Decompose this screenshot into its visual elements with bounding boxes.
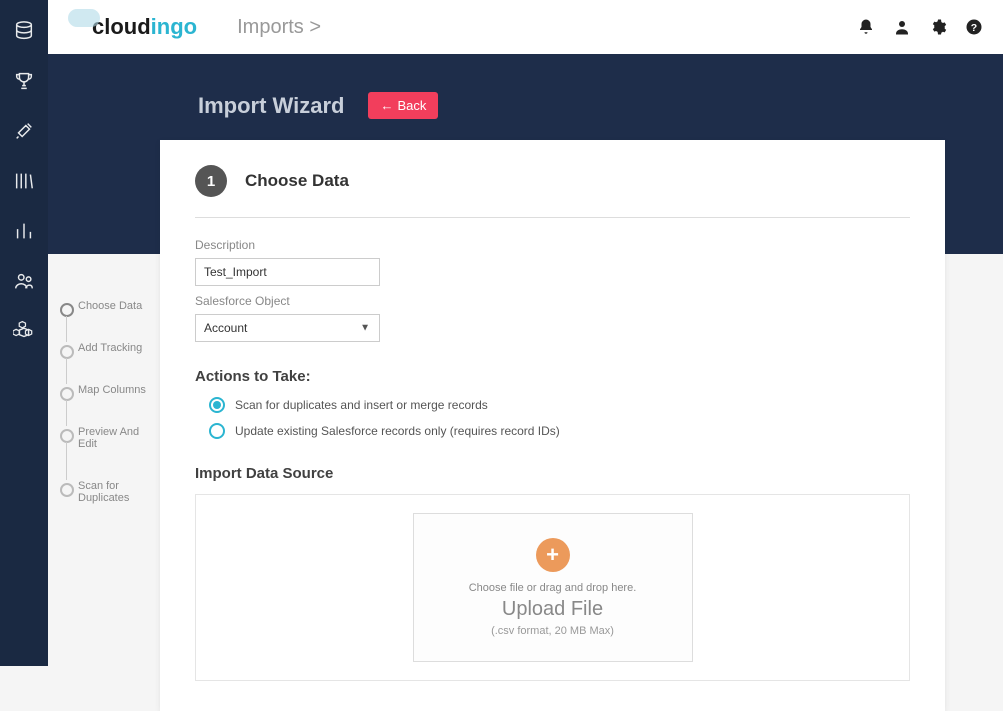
gear-icon[interactable] [929,18,947,36]
help-icon[interactable]: ? [965,18,983,36]
stepper-item-choose-data[interactable]: Choose Data [60,300,150,312]
action-option-label: Update existing Salesforce records only … [235,424,560,438]
bell-icon[interactable] [857,18,875,36]
upload-dropzone[interactable]: + Choose file or drag and drop here. Upl… [413,513,693,662]
stepper-label: Choose Data [78,300,142,312]
wizard-stepper: Choose Data Add Tracking Map Columns Pre… [60,300,150,534]
logo-text-1: cloud [92,14,151,40]
tools-icon[interactable] [13,120,35,142]
actions-title: Actions to Take: [195,368,910,385]
import-source-title: Import Data Source [195,465,910,482]
boxes-icon[interactable] [13,320,35,342]
logo-text-2: ingo [151,14,197,40]
cloud-icon [68,9,100,27]
svg-text:?: ? [971,22,977,34]
users-icon[interactable] [13,270,35,292]
back-button-label: Back [397,98,426,113]
description-input[interactable] [195,258,380,286]
chart-icon[interactable] [13,220,35,242]
description-label: Description [195,238,910,252]
stepper-label: Scan for Duplicates [78,480,129,504]
stepper-item-scan-duplicates[interactable]: Scan for Duplicates [60,480,150,504]
topbar: cloudingo Imports > ? [48,0,1003,54]
left-nav-rail [0,0,48,666]
stepper-label: Preview And Edit [78,426,139,450]
step-title: Choose Data [245,171,349,191]
topbar-actions: ? [857,18,983,36]
salesforce-object-value[interactable] [195,314,380,342]
step-header: 1 Choose Data [195,165,910,218]
stepper-label: Add Tracking [78,342,142,354]
stepper-item-preview-edit[interactable]: Preview And Edit [60,426,150,450]
wizard-card: 1 Choose Data Description Salesforce Obj… [160,140,945,711]
action-option-scan[interactable]: Scan for duplicates and insert or merge … [209,397,910,413]
salesforce-object-label: Salesforce Object [195,294,910,308]
salesforce-object-select[interactable]: ▼ [195,314,380,342]
logo[interactable]: cloudingo [68,14,197,40]
upload-hint: Choose file or drag and drop here. [426,582,680,594]
step-number: 1 [195,165,227,197]
stepper-label: Map Columns [78,384,146,396]
upload-sub: (.csv format, 20 MB Max) [426,625,680,637]
stepper-item-add-tracking[interactable]: Add Tracking [60,342,150,354]
radio-icon[interactable] [209,397,225,413]
trophy-icon[interactable] [13,70,35,92]
back-button[interactable]: ← Back [368,92,438,119]
page-title: Import Wizard [198,93,344,119]
radio-icon[interactable] [209,423,225,439]
upload-text: Upload File [426,598,680,621]
stepper-item-map-columns[interactable]: Map Columns [60,384,150,396]
library-icon[interactable] [13,170,35,192]
upload-container: + Choose file or drag and drop here. Upl… [195,494,910,681]
database-icon[interactable] [13,20,35,42]
action-option-label: Scan for duplicates and insert or merge … [235,398,488,412]
action-option-update[interactable]: Update existing Salesforce records only … [209,423,910,439]
arrow-left-icon: ← [380,98,393,113]
user-icon[interactable] [893,18,911,36]
breadcrumb[interactable]: Imports > [237,16,321,39]
plus-circle-icon: + [536,538,570,572]
